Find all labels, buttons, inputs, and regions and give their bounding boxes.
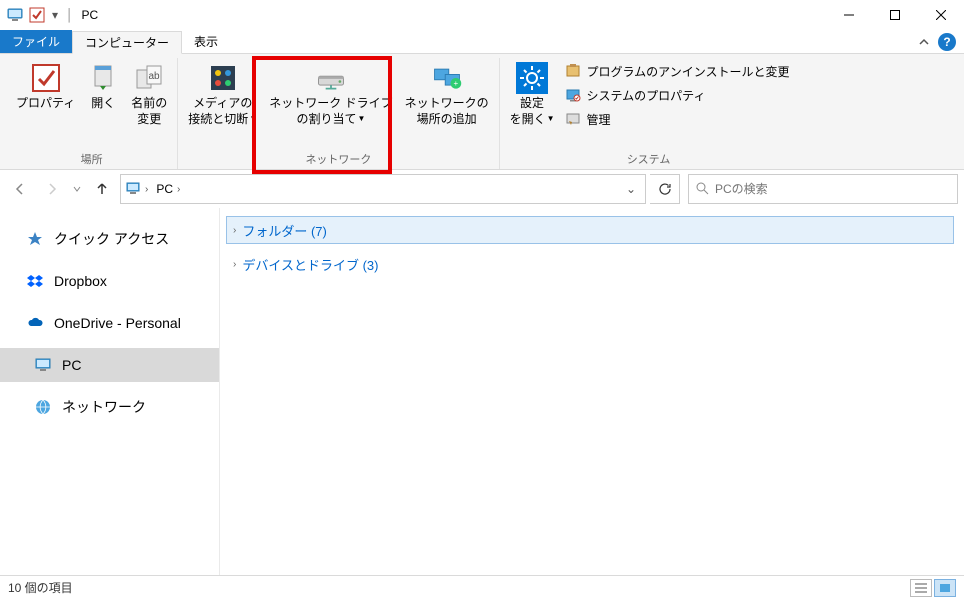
sidebar-item-network[interactable]: ネットワーク (0, 390, 219, 424)
search-box[interactable] (688, 174, 958, 204)
maximize-button[interactable] (872, 0, 918, 30)
chevron-right-icon[interactable]: › (145, 184, 148, 195)
search-icon (695, 181, 709, 198)
recent-dropdown[interactable] (70, 175, 84, 203)
ribbon-group-system: 設定 を開く▼ プログラムのアンインストールと変更 システムのプロパティ 管理 … (500, 58, 798, 169)
open-button[interactable]: 開く (81, 58, 125, 112)
network-icon (34, 398, 52, 416)
manage-button[interactable]: 管理 (565, 108, 790, 130)
titlebar: ▾ │ PC (0, 0, 964, 30)
forward-button[interactable] (38, 175, 66, 203)
sidebar-item-quickaccess[interactable]: クイック アクセス (0, 222, 219, 256)
star-icon (26, 230, 44, 248)
group-folders[interactable]: › フォルダー (7) (226, 216, 954, 244)
content-pane: › フォルダー (7) › デバイスとドライブ (3) (220, 208, 964, 575)
ribbon: プロパティ 開く ab 名前の 変更 場所 メディアの (0, 54, 964, 170)
qat-dropdown-icon[interactable]: ▾ (50, 6, 60, 24)
network-location-icon: + (431, 62, 463, 94)
address-dropdown-icon[interactable]: ⌄ (621, 182, 641, 196)
status-item-count: 10 個の項目 (8, 579, 73, 596)
manage-icon (565, 111, 581, 127)
address-bar[interactable]: › PC › ⌄ (120, 174, 646, 204)
system-props-icon (565, 87, 581, 103)
titlebar-separator: │ (66, 8, 74, 22)
svg-text:ab: ab (149, 71, 161, 82)
uninstall-programs-button[interactable]: プログラムのアンインストールと変更 (565, 60, 790, 82)
chevron-right-icon: › (233, 225, 236, 236)
add-network-location-button[interactable]: + ネットワークの 場所の追加 (399, 58, 495, 127)
open-icon (87, 62, 119, 94)
view-large-icons-button[interactable] (934, 579, 956, 597)
dropbox-icon (26, 272, 44, 290)
up-button[interactable] (88, 175, 116, 203)
minimize-button[interactable] (826, 0, 872, 30)
properties-icon (30, 62, 62, 94)
sidebar-item-pc[interactable]: PC (0, 348, 219, 382)
help-icon[interactable]: ? (938, 33, 956, 51)
refresh-button[interactable] (650, 174, 680, 204)
breadcrumb-pc[interactable]: PC › (152, 182, 184, 196)
network-drive-icon (315, 62, 347, 94)
ribbon-tabs: ファイル コンピューター 表示 ? (0, 30, 964, 54)
search-input[interactable] (715, 182, 951, 196)
uninstall-icon (565, 63, 581, 79)
group-devices[interactable]: › デバイスとドライブ (3) (226, 250, 954, 278)
sidebar-item-onedrive[interactable]: OneDrive - Personal (0, 306, 219, 340)
back-button[interactable] (6, 175, 34, 203)
ribbon-group-network: メディアの 接続と切断▼ ネットワーク ドライブ の割り当て▼ + ネットワーク… (178, 58, 499, 169)
properties-qat-icon[interactable] (28, 6, 46, 24)
pc-nav-icon (34, 356, 52, 374)
navigation-pane: クイック アクセス Dropbox OneDrive - Personal PC… (0, 208, 220, 575)
map-network-drive-button[interactable]: ネットワーク ドライブ の割り当て▼ (263, 58, 398, 127)
close-button[interactable] (918, 0, 964, 30)
system-properties-button[interactable]: システムのプロパティ (565, 84, 790, 106)
sidebar-item-dropbox[interactable]: Dropbox (0, 264, 219, 298)
pc-crumb-icon (125, 180, 141, 199)
media-icon (207, 62, 239, 94)
rename-icon: ab (133, 62, 165, 94)
navigation-bar: › PC › ⌄ (0, 170, 964, 208)
pc-icon (6, 6, 24, 24)
rename-button[interactable]: ab 名前の 変更 (125, 58, 173, 127)
gear-icon (516, 62, 548, 94)
properties-button[interactable]: プロパティ (10, 58, 81, 112)
tab-file[interactable]: ファイル (0, 30, 72, 53)
onedrive-icon (26, 314, 44, 332)
window-title: PC (82, 8, 99, 22)
collapse-ribbon-icon[interactable] (918, 36, 930, 48)
chevron-right-icon: › (233, 259, 236, 270)
tab-computer[interactable]: コンピューター (72, 31, 182, 54)
status-bar: 10 個の項目 (0, 575, 964, 599)
open-settings-button[interactable]: 設定 を開く▼ (504, 58, 561, 127)
ribbon-group-location: プロパティ 開く ab 名前の 変更 場所 (6, 58, 178, 169)
svg-text:+: + (453, 79, 458, 88)
tab-view[interactable]: 表示 (182, 30, 230, 53)
media-connect-button[interactable]: メディアの 接続と切断▼ (182, 58, 263, 127)
view-details-button[interactable] (910, 579, 932, 597)
